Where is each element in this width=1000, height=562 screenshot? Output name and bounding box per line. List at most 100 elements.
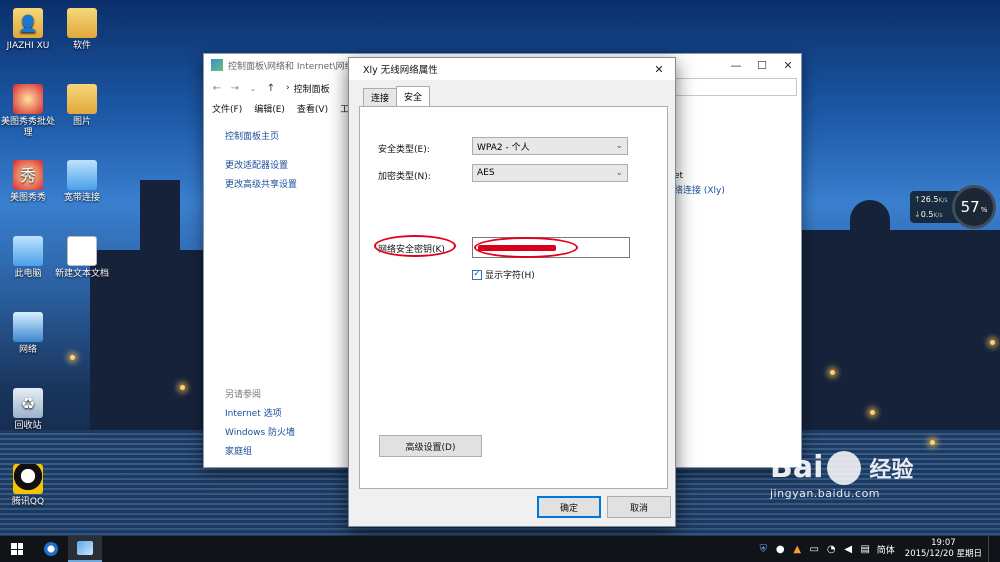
memory-usage-ring: 57% — [952, 185, 996, 229]
advanced-settings-button[interactable]: 高级设置(D) — [379, 435, 482, 457]
sidebar-link-advanced-sharing[interactable]: 更改高级共享设置 — [225, 176, 297, 195]
taskbar-app-control-panel[interactable] — [68, 536, 102, 562]
desktop-icon-this-pc[interactable]: 此电脑 — [0, 236, 56, 280]
sidebar-link-home[interactable]: 控制面板主页 — [225, 128, 297, 147]
back-arrow-icon[interactable]: ← — [208, 83, 226, 94]
recycle-bin-icon: ♻ — [13, 388, 43, 418]
qq-icon — [13, 464, 43, 494]
recent-chevron-icon[interactable]: ⌄ — [244, 84, 262, 93]
desktop-icon-qq[interactable]: 腾讯QQ — [0, 464, 56, 508]
desktop-icon-broadband[interactable]: 宽带连接 — [54, 160, 110, 204]
control-panel-menubar: 文件(F) 编辑(E) 查看(V) 工 — [212, 102, 349, 115]
ok-button[interactable]: 确定 — [537, 496, 601, 518]
address-chevron-icon: › — [286, 83, 290, 93]
security-type-select[interactable]: WPA2 - 个人 ⌄ — [472, 137, 628, 155]
qq-tray-icon[interactable]: ● — [775, 544, 786, 555]
show-desktop-button[interactable] — [988, 536, 992, 562]
clock-date: 2015/12/20 星期日 — [904, 549, 982, 559]
checkmark-icon: ✓ — [472, 269, 482, 280]
wallpaper-light — [180, 385, 185, 390]
show-characters-checkbox[interactable]: ✓ 显示字符(H) — [472, 268, 535, 281]
wallpaper-tower — [140, 180, 180, 260]
security-tab-panel: 安全类型(E): WPA2 - 个人 ⌄ 加密类型(N): AES ⌄ 网络安全… — [359, 106, 668, 489]
see-also-section: 另请参阅 Internet 选项 Windows 防火墙 家庭组 — [225, 386, 295, 462]
menu-file[interactable]: 文件(F) — [212, 102, 242, 115]
menu-view[interactable]: 查看(V) — [297, 102, 328, 115]
taskbar-app-browser[interactable] — [34, 536, 68, 562]
forward-arrow-icon[interactable]: → — [226, 83, 244, 94]
annotation-oval — [374, 235, 456, 257]
see-also-internet-options[interactable]: Internet 选项 — [225, 405, 295, 424]
desktop-icon-meitu[interactable]: 秀 美图秀秀 — [0, 160, 56, 204]
tab-security[interactable]: 安全 — [396, 86, 431, 106]
annotation-oval — [474, 237, 578, 258]
tab-connection[interactable]: 连接 — [363, 88, 398, 106]
folder-icon — [67, 8, 97, 38]
wallpaper-light — [930, 440, 935, 445]
up-arrow-icon[interactable]: ↑ — [262, 83, 280, 94]
maximize-button[interactable]: ☐ — [749, 54, 775, 76]
control-panel-window-buttons: — ☐ ✕ — [723, 54, 801, 76]
security-type-label: 安全类型(E): — [378, 145, 430, 155]
baidu-jingyan-watermark: Bai 经验 jingyan.baidu.com — [770, 450, 913, 500]
folder-icon — [67, 84, 97, 114]
desktop-icon-software[interactable]: 软件 — [54, 8, 110, 52]
control-panel-icon — [77, 541, 93, 555]
app-tray-icon[interactable]: ▲ — [792, 544, 803, 555]
wallpaper-building — [800, 230, 1000, 440]
shield-icon[interactable]: ⛨ — [758, 544, 769, 555]
connection-link[interactable]: 络连接 (Xly) — [674, 184, 725, 199]
search-input[interactable] — [675, 78, 797, 96]
download-arrow-icon: ↓ — [914, 210, 921, 219]
network-speed-widget[interactable]: ↑26.5K/s ↓0.5K/s 57% — [910, 185, 996, 231]
menu-edit[interactable]: 编辑(E) — [254, 102, 285, 115]
notification-icon[interactable]: ▤ — [860, 544, 871, 555]
control-panel-title: 控制面板\网络和 Internet\网络和 — [228, 61, 363, 72]
show-characters-label: 显示字符(H) — [485, 271, 535, 281]
wallpaper-light — [70, 355, 75, 360]
encryption-type-value: AES — [477, 168, 495, 178]
user-folder-icon: 👤 — [13, 8, 43, 38]
cancel-button[interactable]: 取消 — [607, 496, 671, 518]
taskbar-clock[interactable]: 19:07 2015/12/20 星期日 — [905, 538, 982, 560]
dialog-titlebar[interactable]: Xly 无线网络属性 — [349, 58, 675, 80]
desktop-icon-network[interactable]: 网络 — [0, 312, 56, 356]
wallpaper-light — [870, 410, 875, 415]
dialog-close-button[interactable]: ✕ — [646, 60, 672, 78]
start-button[interactable] — [0, 536, 34, 562]
clock-time: 19:07 — [931, 538, 956, 548]
text-document-icon — [67, 236, 97, 266]
windows-logo-icon — [11, 543, 23, 555]
volume-icon[interactable]: ◀ — [843, 544, 854, 555]
sidebar-link-adapter-settings[interactable]: 更改适配器设置 — [225, 157, 297, 176]
chevron-down-icon: ⌄ — [615, 141, 623, 151]
taskbar: ⛨ ● ▲ ▭ ◔ ◀ ▤ 简体 19:07 2015/12/20 星期日 — [0, 536, 1000, 562]
network-icon — [13, 312, 43, 342]
see-also-firewall[interactable]: Windows 防火墙 — [225, 424, 295, 443]
see-also-header: 另请参阅 — [225, 390, 262, 400]
minimize-button[interactable]: — — [723, 54, 749, 76]
desktop-icon-recycle-bin[interactable]: ♻ 回收站 — [0, 388, 56, 432]
browser-icon — [44, 542, 58, 556]
desktop-icon-pictures[interactable]: 图片 — [54, 84, 110, 128]
desktop-icon-meitu-batch[interactable]: 美图秀秀批处理 — [0, 84, 56, 139]
system-tray: ⛨ ● ▲ ▭ ◔ ◀ ▤ 简体 19:07 2015/12/20 星期日 — [758, 536, 992, 562]
encryption-type-select[interactable]: AES ⌄ — [472, 164, 628, 182]
security-type-value: WPA2 - 个人 — [477, 142, 530, 153]
network-access-text: et — [674, 171, 684, 181]
wallpaper-dome — [850, 200, 890, 240]
upload-arrow-icon: ↑ — [914, 195, 921, 204]
computer-icon — [13, 236, 43, 266]
desktop-icon-jiazhi-xu[interactable]: 👤 JIAZHI XU — [0, 8, 56, 52]
ime-indicator[interactable]: 简体 — [877, 543, 895, 556]
see-also-homegroup[interactable]: 家庭组 — [225, 443, 295, 462]
battery-icon[interactable]: ▭ — [809, 544, 820, 555]
meitu-batch-icon — [13, 84, 43, 114]
close-button[interactable]: ✕ — [775, 54, 801, 76]
wireless-properties-dialog[interactable]: Xly 无线网络属性 ✕ 连接 安全 安全类型(E): WPA2 - 个人 ⌄ … — [348, 57, 676, 527]
broadband-icon — [67, 160, 97, 190]
wifi-icon[interactable]: ◔ — [826, 544, 837, 555]
address-bar[interactable]: › 控制面板 — [286, 78, 346, 98]
wallpaper-light — [990, 340, 995, 345]
desktop-icon-new-text-doc[interactable]: 新建文本文档 — [54, 236, 110, 280]
